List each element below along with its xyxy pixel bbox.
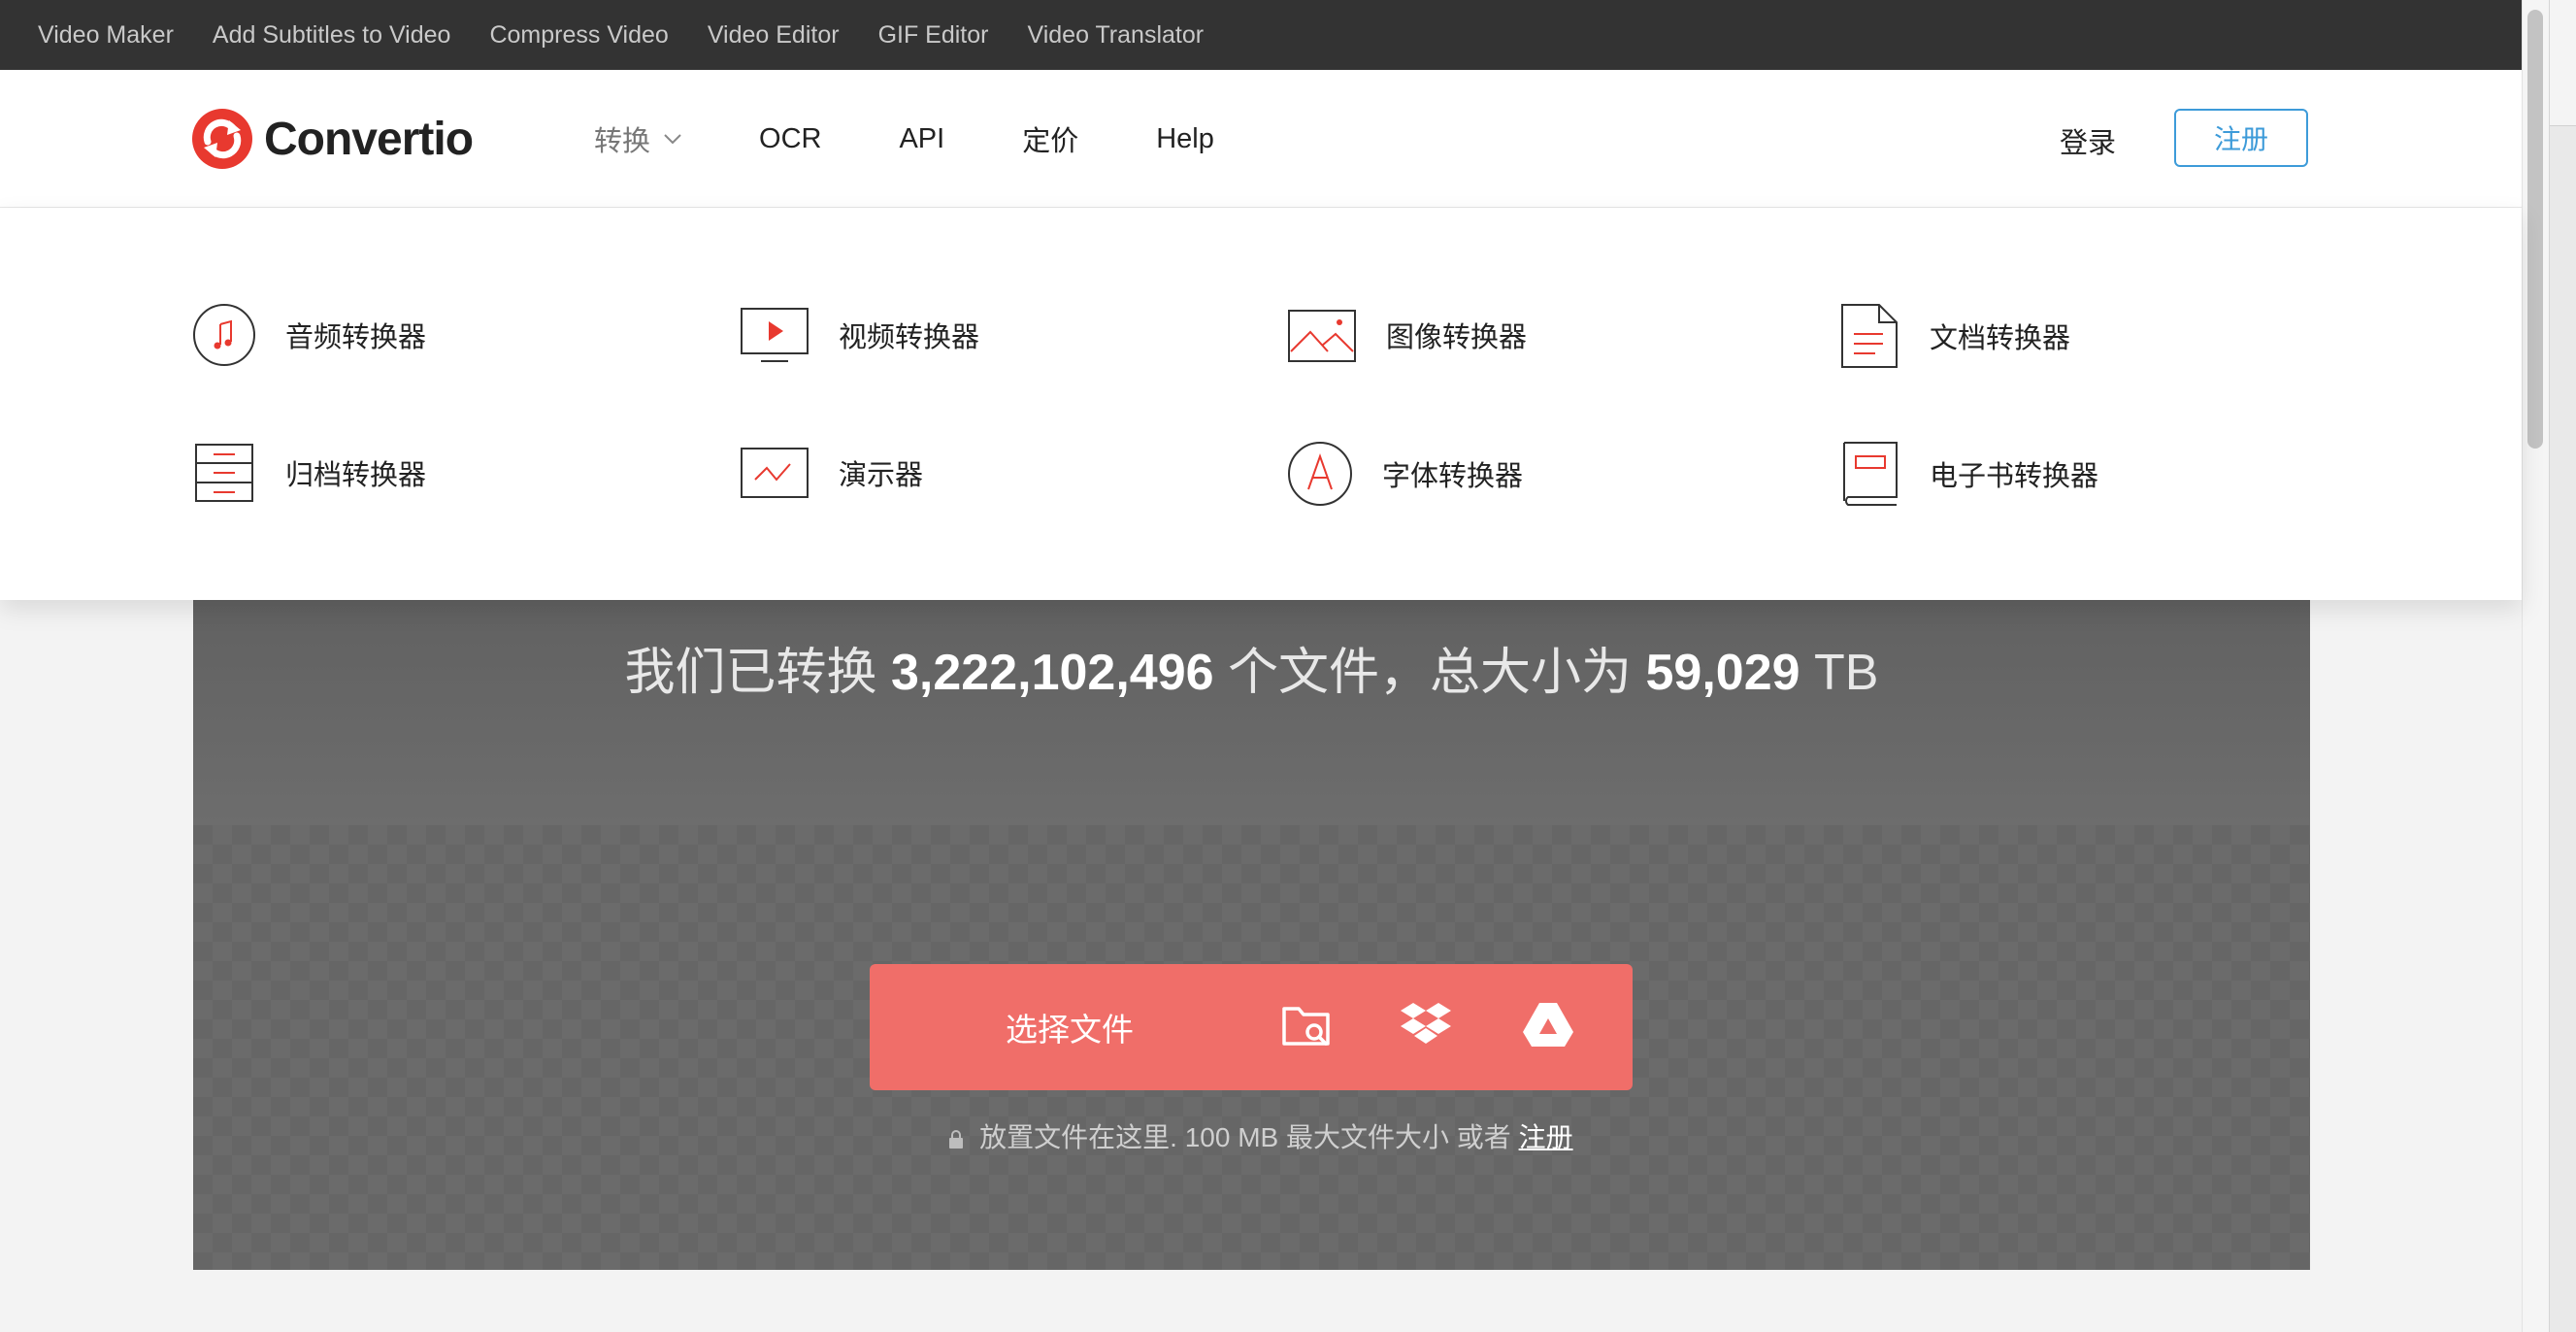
archive-cabinet-icon [195, 444, 253, 502]
dropbox-icon[interactable] [1400, 1001, 1452, 1049]
register-button[interactable]: 注册 [2174, 109, 2308, 167]
menu-audio-label: 音频转换器 [285, 322, 427, 353]
drop-hint-register-link[interactable]: 注册 [1519, 1122, 1573, 1152]
menu-audio-converter[interactable]: 音频转换器 [192, 303, 426, 367]
login-link[interactable]: 登录 [2060, 120, 2116, 161]
hero-stats-band: 我们已转换 3,222,102,496 个文件，总大小为 59,029 TB [193, 600, 2310, 825]
folder-search-icon[interactable] [1281, 1001, 1334, 1049]
menu-image-label: 图像转换器 [1386, 322, 1528, 353]
stats-middle: 个文件，总大小为 [1228, 645, 1633, 701]
convertio-logo[interactable]: Convertio [192, 107, 474, 171]
hero-section: 我们已转换 3,222,102,496 个文件，总大小为 59,029 TB [193, 600, 2310, 1270]
convert-dropdown-menu: 音频转换器 视频转换器 图像转换器 文档转换器 归档转换器 演示器 字体转换器 … [0, 208, 2522, 600]
document-icon [1841, 304, 1898, 368]
ebook-book-icon [1843, 442, 1898, 506]
stats-files-count: 3,222,102,496 [891, 645, 1214, 701]
link-video-editor[interactable]: Video Editor [708, 21, 840, 50]
menu-video-converter[interactable]: 视频转换器 [740, 303, 979, 367]
video-screen-icon [741, 308, 809, 362]
menu-archive-label: 归档转换器 [285, 460, 427, 491]
link-video-maker[interactable]: Video Maker [38, 21, 174, 50]
main-nav: 转换 OCR API 定价 Help [594, 70, 1292, 208]
menu-presentation-label: 演示器 [839, 460, 924, 491]
menu-archive-converter[interactable]: 归档转换器 [192, 441, 426, 505]
drop-hint-text: 放置文件在这里. 100 MB 最大文件大小 或者 [979, 1122, 1511, 1152]
menu-font-label: 字体转换器 [1382, 461, 1524, 492]
nav-convert[interactable]: 转换 [594, 118, 681, 159]
site-header: Convertio 转换 OCR API 定价 Help 登录 注册 [0, 70, 2522, 208]
chevron-down-icon [664, 134, 681, 145]
drop-hint: 放置文件在这里. 100 MB 最大文件大小 或者 注册 [0, 1116, 2576, 1155]
link-gif-editor[interactable]: GIF Editor [878, 21, 989, 50]
menu-document-converter[interactable]: 文档转换器 [1838, 303, 2070, 369]
stats-unit: TB [1813, 645, 1879, 701]
music-note-icon [193, 304, 255, 366]
font-letter-icon [1288, 442, 1352, 506]
choose-files-button[interactable]: 选择文件 [1006, 964, 1134, 1090]
choose-files-bar: 选择文件 [870, 964, 1633, 1090]
adjacent-window-tab [2550, 0, 2576, 126]
convertio-logo-icon [192, 109, 252, 169]
top-links-bar: Video Maker Add Subtitles to Video Compr… [0, 0, 2522, 70]
logo-text: Convertio [264, 113, 474, 165]
presentation-chart-icon [741, 448, 809, 498]
nav-help[interactable]: Help [1156, 123, 1214, 155]
menu-ebook-label: 电子书转换器 [1930, 461, 2099, 492]
lock-icon [949, 1129, 964, 1149]
menu-document-label: 文档转换器 [1930, 323, 2071, 354]
menu-video-label: 视频转换器 [839, 322, 980, 353]
menu-font-converter[interactable]: 字体转换器 [1287, 441, 1523, 507]
link-compress-video[interactable]: Compress Video [489, 21, 668, 50]
nav-pricing[interactable]: 定价 [1022, 118, 1078, 159]
menu-ebook-converter[interactable]: 电子书转换器 [1838, 441, 2098, 507]
menu-image-converter[interactable]: 图像转换器 [1287, 303, 1527, 367]
stats-size: 59,029 [1645, 645, 1800, 701]
link-video-translator[interactable]: Video Translator [1027, 21, 1204, 50]
nav-convert-label: 转换 [594, 126, 651, 157]
stats-prefix: 我们已转换 [624, 645, 877, 701]
image-picture-icon [1288, 310, 1356, 362]
scrollbar-thumb[interactable] [2527, 10, 2543, 449]
link-add-subtitles[interactable]: Add Subtitles to Video [213, 21, 451, 50]
nav-ocr[interactable]: OCR [759, 123, 821, 155]
conversion-stats: 我们已转换 3,222,102,496 个文件，总大小为 59,029 TB [193, 631, 2310, 704]
nav-api[interactable]: API [899, 123, 944, 155]
google-drive-icon[interactable] [1522, 1001, 1574, 1049]
menu-presentation-converter[interactable]: 演示器 [740, 441, 923, 505]
